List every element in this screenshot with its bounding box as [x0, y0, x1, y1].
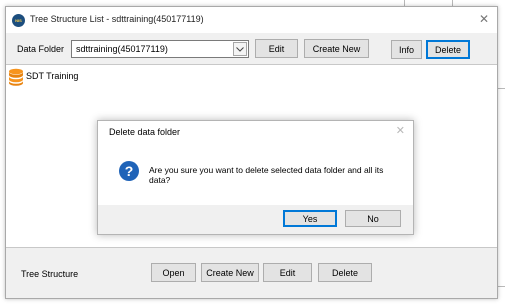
window-close-icon[interactable]: ✕ [479, 12, 489, 26]
data-folder-value: sdttraining(450177119) [76, 44, 168, 54]
yes-button[interactable]: Yes [283, 210, 337, 227]
dialog-body: ? Are you sure you want to delete select… [98, 143, 413, 205]
edit-folder-button[interactable]: Edit [255, 39, 298, 58]
window-titlebar: NIS Tree Structure List - sdttraining(45… [6, 7, 497, 33]
window-title: Tree Structure List - sdttraining(450177… [30, 14, 204, 24]
create-new-folder-button[interactable]: Create New [304, 39, 369, 58]
delete-confirm-dialog: Delete data folder ✕ ? Are you sure you … [97, 120, 414, 235]
delete-folder-button[interactable]: Delete [426, 40, 470, 59]
dialog-message: Are you sure you want to delete selected… [149, 165, 384, 185]
chevron-down-icon[interactable] [233, 42, 247, 56]
dialog-close-icon[interactable]: ✕ [396, 124, 405, 137]
database-icon [9, 68, 23, 86]
data-folder-label: Data Folder [17, 44, 65, 54]
create-new-tree-button[interactable]: Create New [201, 263, 259, 282]
no-button[interactable]: No [345, 210, 401, 227]
edit-tree-button[interactable]: Edit [263, 263, 312, 282]
background-window-edge [498, 88, 505, 89]
question-icon: ? [119, 161, 139, 181]
tree-structure-label: Tree Structure [21, 269, 79, 279]
delete-tree-button[interactable]: Delete [318, 263, 372, 282]
dialog-title: Delete data folder [109, 127, 181, 137]
tree-item-label: SDT Training [26, 71, 79, 81]
info-button[interactable]: Info [391, 40, 422, 59]
data-folder-select[interactable]: sdttraining(450177119) [71, 40, 249, 58]
app-logo-icon: NIS [12, 14, 25, 27]
open-button[interactable]: Open [151, 263, 196, 282]
dialog-titlebar: Delete data folder ✕ [98, 121, 413, 143]
background-window-edge [498, 286, 505, 287]
